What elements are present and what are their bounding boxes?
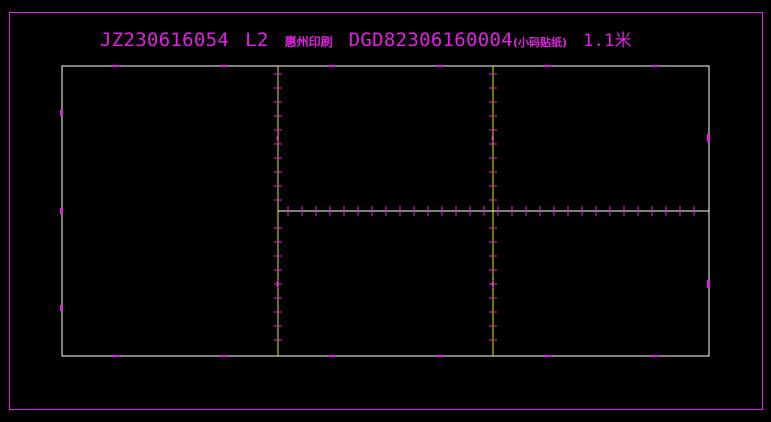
left-registration-mark bbox=[60, 110, 63, 116]
bottom-registration-mark bbox=[651, 355, 659, 357]
right-registration-mark bbox=[707, 280, 710, 288]
bottom-registration-mark bbox=[220, 355, 228, 357]
right-registration-mark bbox=[707, 134, 710, 142]
top-registration-mark bbox=[436, 65, 444, 67]
bottom-registration-mark bbox=[544, 355, 552, 357]
bottom-registration-mark bbox=[112, 355, 120, 357]
tick-marks bbox=[274, 73, 695, 341]
top-registration-mark bbox=[112, 65, 120, 67]
top-registration-mark bbox=[651, 65, 659, 67]
left-registration-mark bbox=[60, 305, 63, 311]
cad-drawing bbox=[60, 65, 710, 357]
bottom-registration-mark bbox=[328, 355, 336, 357]
top-registration-mark bbox=[220, 65, 228, 67]
bottom-registration-mark bbox=[436, 355, 444, 357]
left-registration-mark bbox=[60, 208, 63, 214]
top-registration-mark bbox=[328, 65, 336, 67]
top-registration-mark bbox=[544, 65, 552, 67]
